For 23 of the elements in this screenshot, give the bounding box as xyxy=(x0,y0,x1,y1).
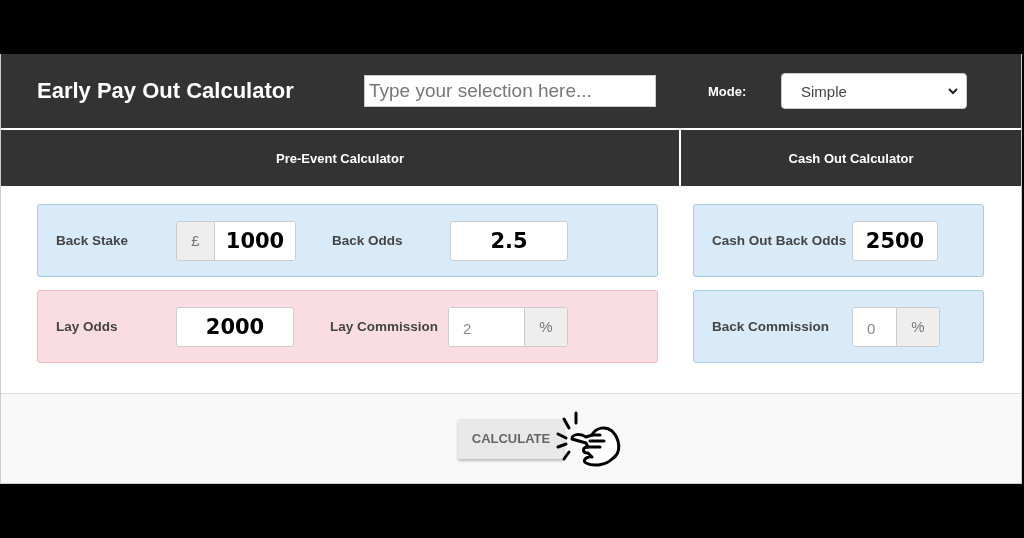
field-label: Back Commission xyxy=(712,319,831,334)
input-group[interactable]: 2 % xyxy=(448,306,568,347)
field-label: Lay Odds xyxy=(56,319,119,334)
input-addon: £ xyxy=(177,221,215,260)
field-label: Lay Commission xyxy=(330,319,440,334)
search-field[interactable]: Type your selection here... xyxy=(364,75,656,107)
app-title: Early Pay Out Calculator xyxy=(37,78,295,104)
input-group[interactable]: 0 % xyxy=(852,306,940,347)
caret-icon xyxy=(948,87,958,95)
field-label: Back Stake xyxy=(56,233,130,248)
section-header: Pre-Event Calculator xyxy=(1,130,679,186)
input-addon: % xyxy=(524,307,567,346)
calculate-button[interactable]: CALCULATE xyxy=(457,418,565,459)
input-group[interactable]: £ 1000 xyxy=(176,220,296,261)
field-label: Back Odds xyxy=(332,233,404,248)
number-field[interactable]: 2.5 xyxy=(450,220,568,261)
input-addon: % xyxy=(896,307,939,346)
mode-dropdown[interactable]: Simple xyxy=(781,73,967,109)
number-field[interactable]: 2000 xyxy=(176,306,294,347)
section-header: Cash Out Calculator xyxy=(681,130,1021,186)
mode-label: Mode: xyxy=(708,83,748,99)
number-field[interactable]: 2500 xyxy=(852,220,938,261)
field-label: Cash Out Back Odds xyxy=(712,233,848,248)
